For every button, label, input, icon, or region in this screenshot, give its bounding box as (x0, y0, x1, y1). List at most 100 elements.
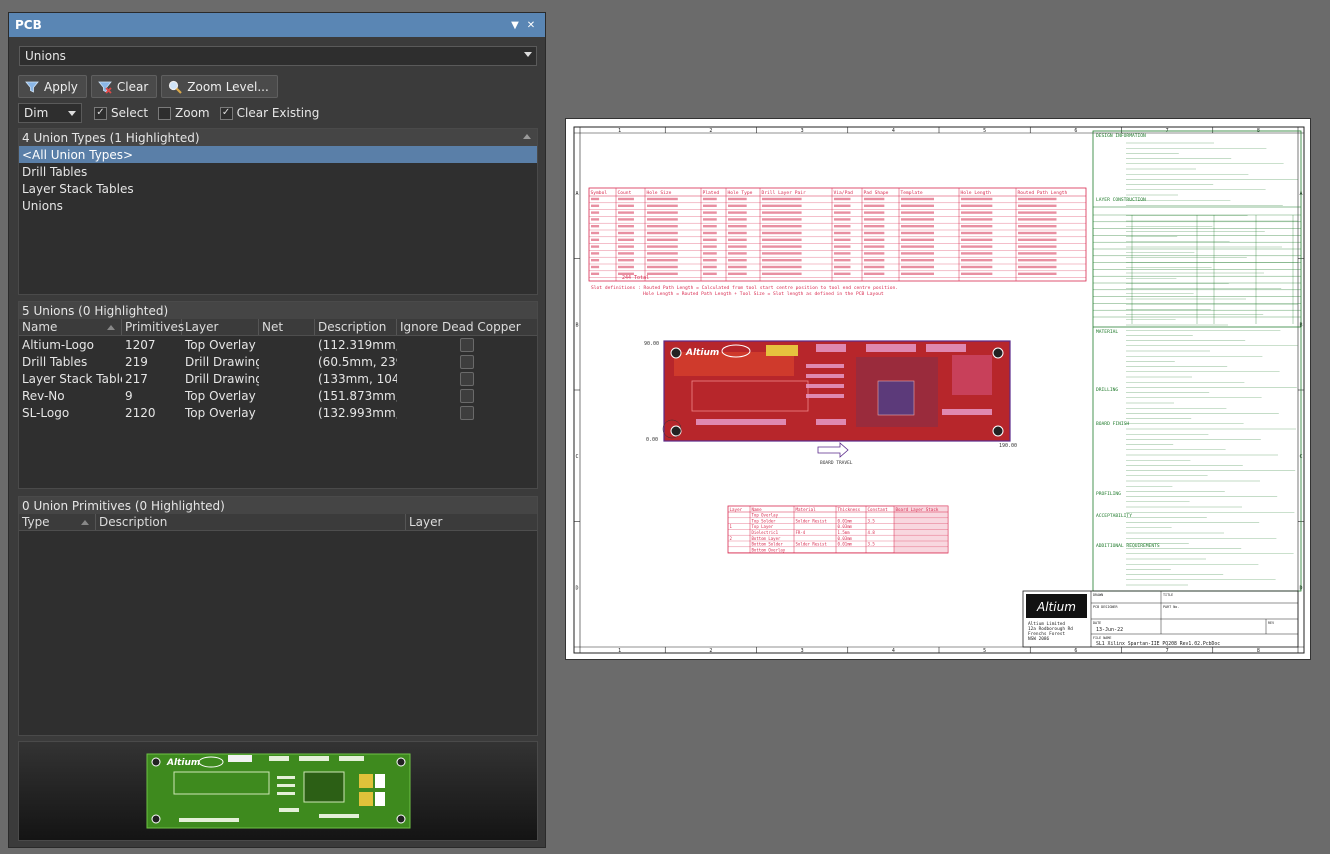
ignore-dead-copper-checkbox[interactable] (460, 371, 474, 386)
panel-titlebar: PCB ▼ ✕ (9, 13, 545, 37)
table-row[interactable]: Layer Stack Tables217 Drill Drawing (133mm… (19, 370, 537, 387)
column-name[interactable]: Name (19, 319, 122, 335)
stack-cell: Dielectric1 (752, 530, 779, 535)
mode-select[interactable]: Unions (19, 46, 537, 66)
preview-logo-text: Altium (166, 758, 200, 768)
panel-menu-icon[interactable]: ▼ (507, 20, 523, 31)
ignore-dead-copper-checkbox[interactable] (460, 388, 474, 403)
layer-stack-table: Layer Name Material Thickness Constant Board … (727, 505, 949, 554)
stack-cell: Top Overlay (752, 513, 779, 518)
table-row[interactable]: Drill Tables 219 Drill Drawing (60.5mm, 239… (19, 353, 537, 370)
board-travel-label: BOARD TRAVEL (820, 460, 853, 466)
apply-button[interactable]: Apply (18, 75, 87, 98)
stack-cell: Bottom Layer (752, 536, 781, 541)
cell-layer: Top Overlay (185, 405, 256, 420)
board-logo-text: Altium (685, 348, 719, 358)
clear-existing-label: Clear Existing (236, 106, 320, 120)
select-checkbox[interactable]: ✓ Select (94, 106, 148, 120)
stack-cell: 0.03mm (838, 524, 853, 529)
drill-header-cell: Count (618, 190, 632, 196)
stack-cell: 3.5 (868, 518, 876, 523)
column-description-label: Description (318, 320, 387, 334)
sheet-col-number: 7 (1166, 648, 1169, 654)
ignore-dead-copper-checkbox[interactable] (460, 354, 474, 369)
clear-button[interactable]: Clear (90, 75, 158, 98)
cell-ignore-dead-copper (397, 353, 537, 370)
zoom-checkbox[interactable]: Zoom (158, 106, 210, 120)
sheet-row-letter: C (575, 454, 578, 460)
stack-cell: Solder Resist (796, 542, 828, 547)
sheet-col-number: 6 (1074, 648, 1077, 654)
sort-icon (81, 520, 89, 525)
column-primitive-description[interactable]: Description (96, 514, 406, 530)
title-block-part-label: PART No. (1163, 605, 1179, 609)
sheet-col-number: 5 (983, 648, 986, 654)
sheet-col-number: 6 (1074, 128, 1077, 134)
pcb-document-sheet[interactable]: 1122334455667788AABBCCDD Symbol Count Hole… (565, 118, 1311, 660)
ignore-dead-copper-checkbox[interactable] (460, 405, 474, 420)
notes-additional: ADDITIONAL REQUIREMENTS (1096, 543, 1160, 549)
column-net[interactable]: Net (259, 319, 315, 335)
clear-existing-checkbox[interactable]: ✓ Clear Existing (219, 106, 320, 120)
cell-net (259, 404, 315, 421)
stack-cell: FR-4 (796, 530, 806, 535)
board-preview[interactable]: Altium (18, 741, 538, 841)
sort-icon (107, 325, 115, 330)
notes-profiling: PROFILING (1096, 491, 1121, 497)
select-label: Select (111, 106, 149, 120)
table-row[interactable]: Rev-No 9 Top Overlay (151.873mm, 20 (19, 387, 537, 404)
list-item-all-union-types[interactable]: <All Union Types> (19, 146, 537, 163)
mask-mode-select[interactable]: Dim (18, 103, 82, 123)
board-y-max: 90.00 (644, 341, 659, 347)
drill-header-cell: Symbol (591, 190, 608, 196)
title-block-date: 13-Jun-22 (1096, 627, 1123, 633)
unions-column-header: Name Primitives Layer Net Description Ig… (19, 319, 537, 336)
cell-ignore-dead-copper (397, 336, 537, 353)
stack-cell: 4.8 (868, 530, 876, 535)
notes-drilling: DRILLING (1096, 387, 1118, 393)
scroll-up-icon[interactable] (523, 134, 531, 139)
cell-name: Rev-No (22, 388, 65, 403)
column-description[interactable]: Description (315, 319, 397, 335)
primitives-column-header: Type Description Layer (19, 514, 537, 531)
notes-material: MATERIAL (1096, 329, 1118, 335)
notes-design-info: DESIGN INFORMATION (1096, 133, 1146, 139)
drill-note-2: Hole Length = Routed Path Length + Tool … (643, 291, 884, 297)
sheet-col-number: 1 (618, 648, 621, 654)
table-row[interactable]: SL-Logo 2120 Top Overlay (132.993mm, 20 (19, 404, 537, 421)
title-block-logo: Altium (1036, 600, 1076, 614)
title-block-file: SL1 Xilinx Spartan-IIE PQ208 Rev1.02.Pcb… (1096, 641, 1220, 647)
stack-cell: 0.03mm (838, 536, 853, 541)
notes-acceptability: ACCEPTABILITY (1096, 513, 1132, 519)
board-drawing: 90.00 0.00 190.00 Altium BOARD TRAVEL (644, 340, 1017, 466)
list-item-unions[interactable]: Unions (19, 197, 537, 214)
column-primitive-layer[interactable]: Layer (406, 514, 537, 530)
stack-cell: 1 (730, 524, 733, 529)
column-layer[interactable]: Layer (182, 319, 259, 335)
zoom-level-button[interactable]: Zoom Level... (161, 75, 278, 98)
board-x-max: 190.00 (999, 443, 1017, 449)
ignore-dead-copper-checkbox[interactable] (460, 337, 474, 352)
title-block-date-label: DATE (1093, 621, 1101, 625)
primitives-header-label: 0 Union Primitives (0 Highlighted) (22, 498, 225, 513)
column-primitives[interactable]: Primitives (122, 319, 184, 335)
cell-name: Drill Tables (22, 354, 88, 369)
list-item-layer-stack-tables[interactable]: Layer Stack Tables (19, 180, 537, 197)
close-icon[interactable]: ✕ (523, 20, 539, 31)
stack-cell: Bottom Overlay (752, 547, 786, 552)
sheet-col-number: 4 (892, 648, 895, 654)
zoom-label: Zoom (175, 106, 210, 120)
table-row[interactable]: Altium-Logo 1207 Top Overlay (112.319mm, 20 (19, 336, 537, 353)
column-name-label: Name (22, 320, 58, 334)
list-item-drill-tables[interactable]: Drill Tables (19, 163, 537, 180)
stack-header-cell: Thickness (838, 507, 861, 512)
stack-header-cell: Material (796, 507, 817, 512)
column-ignore-dead-copper[interactable]: Ignore Dead Copper (397, 319, 537, 335)
title-block: Altium Altium Limited 12a Rodborough Rd … (1022, 590, 1299, 648)
stack-cell: Top Solder (752, 518, 777, 523)
drill-header-cell: Hole Length (961, 190, 992, 196)
stack-header-cell: Constant (868, 507, 889, 512)
drill-header-cell: Drill Layer Pair (762, 190, 806, 196)
column-type[interactable]: Type (19, 514, 96, 530)
cell-ignore-dead-copper (397, 404, 537, 421)
